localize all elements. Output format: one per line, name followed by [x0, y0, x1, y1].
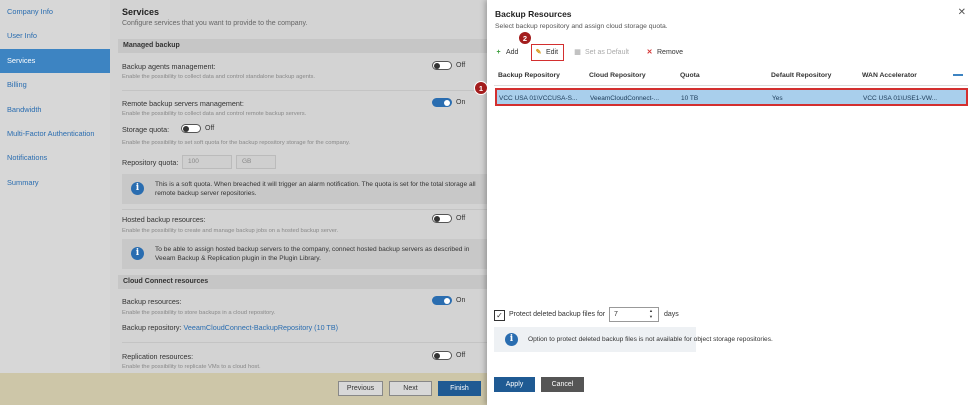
col-quota[interactable]: Quota [680, 72, 700, 79]
services-page: Services Configure services that you wan… [110, 0, 487, 405]
backup-repo-link[interactable]: VeeamCloudConnect-BackupRepository (10 T… [184, 323, 338, 332]
section-managed-backup: Managed backup [118, 39, 487, 53]
agents-desc: Enable the possibility to collect data a… [122, 74, 316, 80]
col-wan-accelerator[interactable]: WAN Accelerator [862, 72, 917, 79]
quota-info-box: i This is a soft quota. When breached it… [122, 174, 487, 204]
wizard-footer: Previous Next Finish [0, 373, 487, 405]
nav-item-summary[interactable]: Summary [0, 171, 110, 195]
remote-toggle[interactable] [432, 98, 452, 107]
quota-state: Off [205, 125, 215, 132]
page-title: Services [122, 7, 160, 17]
nav-item-mfa[interactable]: Multi-Factor Authentication [0, 122, 110, 146]
table-row[interactable]: VCC USA 01\VCCUSA-S... VeeamCloudConnect… [495, 88, 968, 106]
nav-item-company-info[interactable]: Company Info [0, 0, 110, 24]
next-button[interactable]: Next [389, 381, 432, 396]
backup-repo-row: Backup repository: VeeamCloudConnect-Bac… [122, 323, 338, 332]
spinner-arrows-icon[interactable]: ▲ ▼ [649, 308, 657, 320]
panel-subtitle: Select backup repository and assign clou… [495, 23, 668, 30]
protect-days-input[interactable]: 7 ▲ ▼ [609, 307, 659, 322]
replication-label: Replication resources: [122, 352, 194, 361]
col-backup-repository[interactable]: Backup Repository [498, 72, 560, 79]
agents-state: Off [456, 62, 466, 69]
info-icon: i [131, 247, 144, 260]
remove-label: Remove [657, 49, 684, 56]
hosted-state: Off [456, 215, 466, 222]
hosted-desc: Enable the possibility to create and man… [122, 228, 339, 234]
col-default-repository[interactable]: Default Repository [771, 72, 831, 79]
step-badge-2: 2 [518, 31, 532, 45]
cell-quota: 10 TB [681, 95, 699, 102]
remote-label: Remote backup servers management: [122, 99, 244, 108]
page-subtitle: Configure services that you want to prov… [122, 20, 308, 27]
quota-desc: Enable the possibility to set soft quota… [122, 140, 351, 146]
hosted-info-text: To be able to assign hosted backup serve… [155, 246, 470, 262]
backup-res-label: Backup resources: [122, 297, 182, 306]
nav-item-bandwidth[interactable]: Bandwidth [0, 98, 110, 122]
backup-res-toggle[interactable] [432, 296, 452, 305]
column-menu-icon[interactable] [953, 74, 963, 76]
cell-backup-repository: VCC USA 01\VCCUSA-S... [499, 95, 578, 102]
set-default-label: Set as Default [585, 49, 629, 56]
panel-info-text: Option to protect deleted backup files i… [528, 336, 773, 343]
hosted-toggle[interactable] [432, 214, 452, 223]
finish-button[interactable]: Finish [438, 381, 481, 396]
replication-state: Off [456, 352, 466, 359]
plus-icon: + [496, 49, 501, 56]
remote-desc: Enable the possibility to collect data a… [122, 111, 307, 117]
panel-title: Backup Resources [495, 9, 572, 19]
info-icon: i [505, 333, 518, 346]
set-default-button[interactable]: ▦ Set as Default [573, 46, 629, 60]
remove-button[interactable]: ✕ Remove [645, 46, 684, 60]
divider [122, 209, 487, 210]
nav-item-notifications[interactable]: Notifications [0, 146, 110, 170]
cancel-button[interactable]: Cancel [541, 377, 584, 392]
protect-unit: days [664, 311, 679, 318]
cell-default-repository: Yes [772, 95, 783, 102]
backup-res-state: On [456, 297, 466, 304]
backup-res-desc: Enable the possibility to store backups … [122, 310, 276, 316]
apply-button[interactable]: Apply [494, 377, 535, 392]
col-cloud-repository[interactable]: Cloud Repository [589, 72, 646, 79]
repo-quota-unit-select[interactable]: GB [236, 155, 276, 169]
table-header: Backup Repository Cloud Repository Quota… [494, 66, 968, 86]
default-icon: ▦ [574, 49, 581, 56]
divider [122, 90, 487, 91]
info-icon: i [131, 182, 144, 195]
protect-checkbox[interactable]: ✓ [494, 310, 505, 321]
repo-quota-label: Repository quota: [122, 158, 179, 167]
close-icon[interactable]: ✕ [958, 7, 966, 18]
agents-toggle[interactable] [432, 61, 452, 70]
agents-label: Backup agents management: [122, 62, 216, 71]
nav-item-user-info[interactable]: User Info [0, 24, 110, 48]
remote-state: On [456, 99, 466, 106]
nav-item-billing[interactable]: Billing [0, 73, 110, 97]
previous-button[interactable]: Previous [338, 381, 383, 396]
remove-icon: ✕ [646, 49, 653, 56]
panel-info-box: i Option to protect deleted backup files… [494, 327, 773, 352]
protect-label: Protect deleted backup files for [509, 311, 606, 318]
replication-toggle[interactable] [432, 351, 452, 360]
replication-desc: Enable the possibility to replicate VMs … [122, 364, 261, 370]
add-label: Add [506, 49, 519, 56]
cell-cloud-repository: VeeamCloudConnect-... [590, 95, 660, 102]
wizard-nav: Company Info User Info Services Billing … [0, 0, 116, 405]
quota-toggle[interactable] [181, 124, 201, 133]
cell-wan-accelerator: VCC USA 01\USE1-VW... [863, 95, 938, 102]
add-button[interactable]: + Add [494, 46, 518, 60]
nav-item-services[interactable]: Services [0, 48, 116, 74]
backup-repo-label: Backup repository: [122, 323, 182, 332]
protect-days-value: 7 [614, 311, 618, 318]
quota-info-text: This is a soft quota. When breached it w… [155, 181, 476, 197]
quota-label: Storage quota: [122, 125, 170, 134]
hosted-label: Hosted backup resources: [122, 215, 206, 224]
repo-quota-input[interactable]: 100 [182, 155, 232, 169]
edit-highlight [531, 44, 564, 61]
hosted-info-box: i To be able to assign hosted backup ser… [122, 239, 487, 269]
divider [122, 342, 487, 343]
step-badge-1: 1 [474, 81, 488, 95]
section-cloud-connect: Cloud Connect resources [118, 275, 487, 289]
